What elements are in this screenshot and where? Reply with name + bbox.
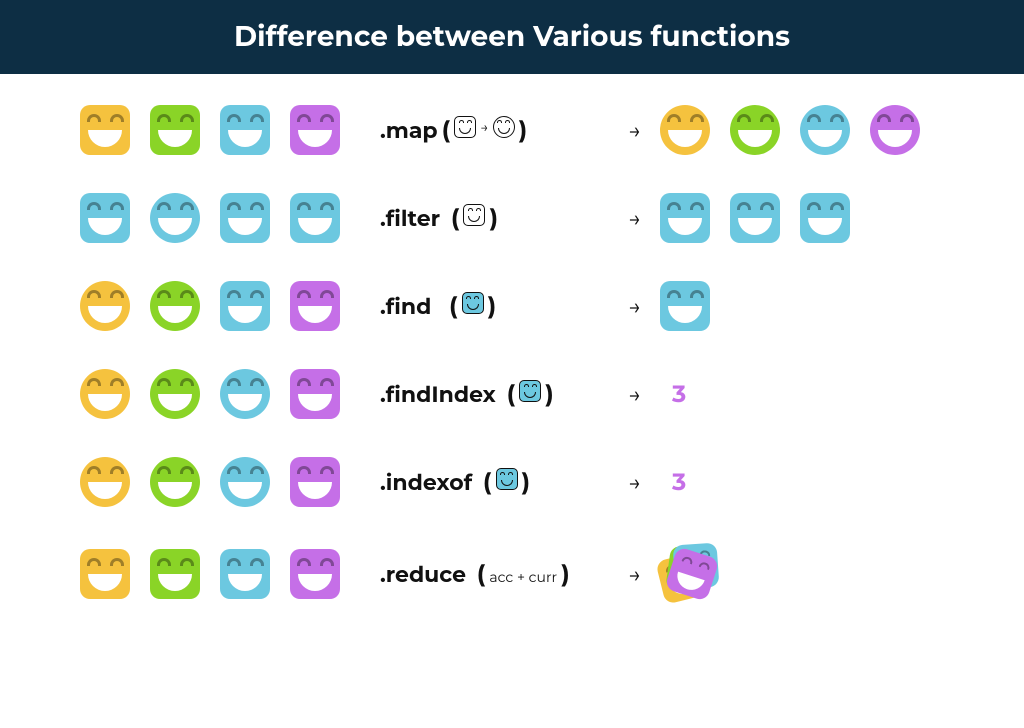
- mini-blue-square-icon: [462, 292, 484, 314]
- func-find: .find ( ): [380, 292, 610, 321]
- mini-blue-square-icon: [496, 468, 518, 490]
- map-output: [660, 105, 944, 155]
- smiley-icon: [150, 105, 200, 155]
- mini-square-icon: [454, 116, 476, 138]
- smiley-icon: [80, 457, 130, 507]
- paren-close: ): [561, 560, 570, 589]
- arrow-icon: →: [610, 205, 660, 232]
- smiley-icon: [290, 457, 340, 507]
- smiley-icon: [220, 549, 270, 599]
- smiley-icon: [80, 549, 130, 599]
- func-name: .map: [380, 117, 438, 144]
- paren-close: ): [489, 204, 498, 233]
- row-map: .map ( → ) →: [80, 104, 944, 156]
- smiley-icon: [220, 457, 270, 507]
- func-name: .findIndex: [380, 381, 496, 408]
- smiley-icon: [290, 193, 340, 243]
- filter-input: [80, 193, 380, 243]
- mini-square-icon: [463, 204, 485, 226]
- arrow-icon: →: [610, 117, 660, 144]
- smiley-icon: [730, 105, 780, 155]
- smiley-icon: [220, 281, 270, 331]
- smiley-icon: [800, 105, 850, 155]
- smiley-icon: [290, 281, 340, 331]
- paren-close: ): [519, 116, 528, 145]
- indexof-arg: [496, 468, 518, 490]
- mini-circle-icon: [493, 116, 515, 138]
- arrow-icon: →: [610, 381, 660, 408]
- smiley-icon: [150, 193, 200, 243]
- paren-open: (: [470, 560, 485, 589]
- smiley-icon: [290, 549, 340, 599]
- func-filter: .filter ( ): [380, 204, 610, 233]
- result-number: 3: [660, 380, 686, 409]
- arrow-icon: →: [610, 293, 660, 320]
- smiley-icon: [220, 193, 270, 243]
- reduce-output: [660, 544, 944, 604]
- row-filter: .filter ( ) →: [80, 192, 944, 244]
- stacked-smileys-icon: [660, 544, 720, 604]
- row-find: .find ( ) →: [80, 280, 944, 332]
- map-input: [80, 105, 380, 155]
- indexof-output: 3: [660, 468, 944, 497]
- smiley-icon: [220, 369, 270, 419]
- paren-close: ): [545, 380, 554, 409]
- func-map: .map ( → ): [380, 116, 610, 145]
- smiley-icon: [150, 369, 200, 419]
- paren-open: (: [500, 380, 515, 409]
- find-output: [660, 281, 944, 331]
- smiley-icon: [150, 281, 200, 331]
- map-callback: →: [454, 116, 514, 138]
- func-name: .indexof: [380, 469, 472, 496]
- smiley-icon: [660, 281, 710, 331]
- smiley-icon: [290, 105, 340, 155]
- indexof-input: [80, 457, 380, 507]
- smiley-icon: [150, 549, 200, 599]
- paren-open: (: [435, 292, 457, 321]
- func-name: .filter: [380, 205, 440, 232]
- func-reduce: .reduce ( acc + curr ): [380, 560, 610, 589]
- paren-open: (: [476, 468, 491, 497]
- smiley-icon: [80, 105, 130, 155]
- smiley-icon: [80, 193, 130, 243]
- result-number: 3: [660, 468, 686, 497]
- row-reduce: .reduce ( acc + curr ) →: [80, 544, 944, 604]
- paren-open: (: [442, 116, 451, 145]
- func-name: .find: [380, 293, 431, 320]
- smiley-icon: [290, 369, 340, 419]
- smiley-icon: [870, 105, 920, 155]
- filter-callback: [463, 204, 485, 226]
- row-indexof: .indexof ( ) → 3: [80, 456, 944, 508]
- smiley-icon: [660, 105, 710, 155]
- smiley-icon: [800, 193, 850, 243]
- func-indexof: .indexof ( ): [380, 468, 610, 497]
- tiny-arrow-icon: →: [480, 118, 488, 136]
- page-title: Difference between Various functions: [0, 0, 1024, 74]
- row-findindex: .findIndex ( ) → 3: [80, 368, 944, 420]
- smiley-icon: [150, 457, 200, 507]
- smiley-icon: [220, 105, 270, 155]
- smiley-icon: [80, 281, 130, 331]
- reduce-callback: acc + curr: [489, 568, 557, 586]
- reduce-input: [80, 549, 380, 599]
- paren-open: (: [444, 204, 459, 233]
- find-callback: [462, 292, 484, 314]
- find-input: [80, 281, 380, 331]
- mini-blue-square-icon: [519, 380, 541, 402]
- findindex-output: 3: [660, 380, 944, 409]
- smiley-icon: [80, 369, 130, 419]
- smiley-icon: [730, 193, 780, 243]
- paren-close: ): [488, 292, 497, 321]
- func-findindex: .findIndex ( ): [380, 380, 610, 409]
- filter-output: [660, 193, 944, 243]
- arrow-icon: →: [610, 469, 660, 496]
- arrow-icon: →: [610, 561, 660, 588]
- findindex-callback: [519, 380, 541, 402]
- func-name: .reduce: [380, 561, 466, 588]
- diagram-content: .map ( → ) → .filter (: [0, 74, 1024, 604]
- smiley-icon: [660, 193, 710, 243]
- findindex-input: [80, 369, 380, 419]
- paren-close: ): [522, 468, 531, 497]
